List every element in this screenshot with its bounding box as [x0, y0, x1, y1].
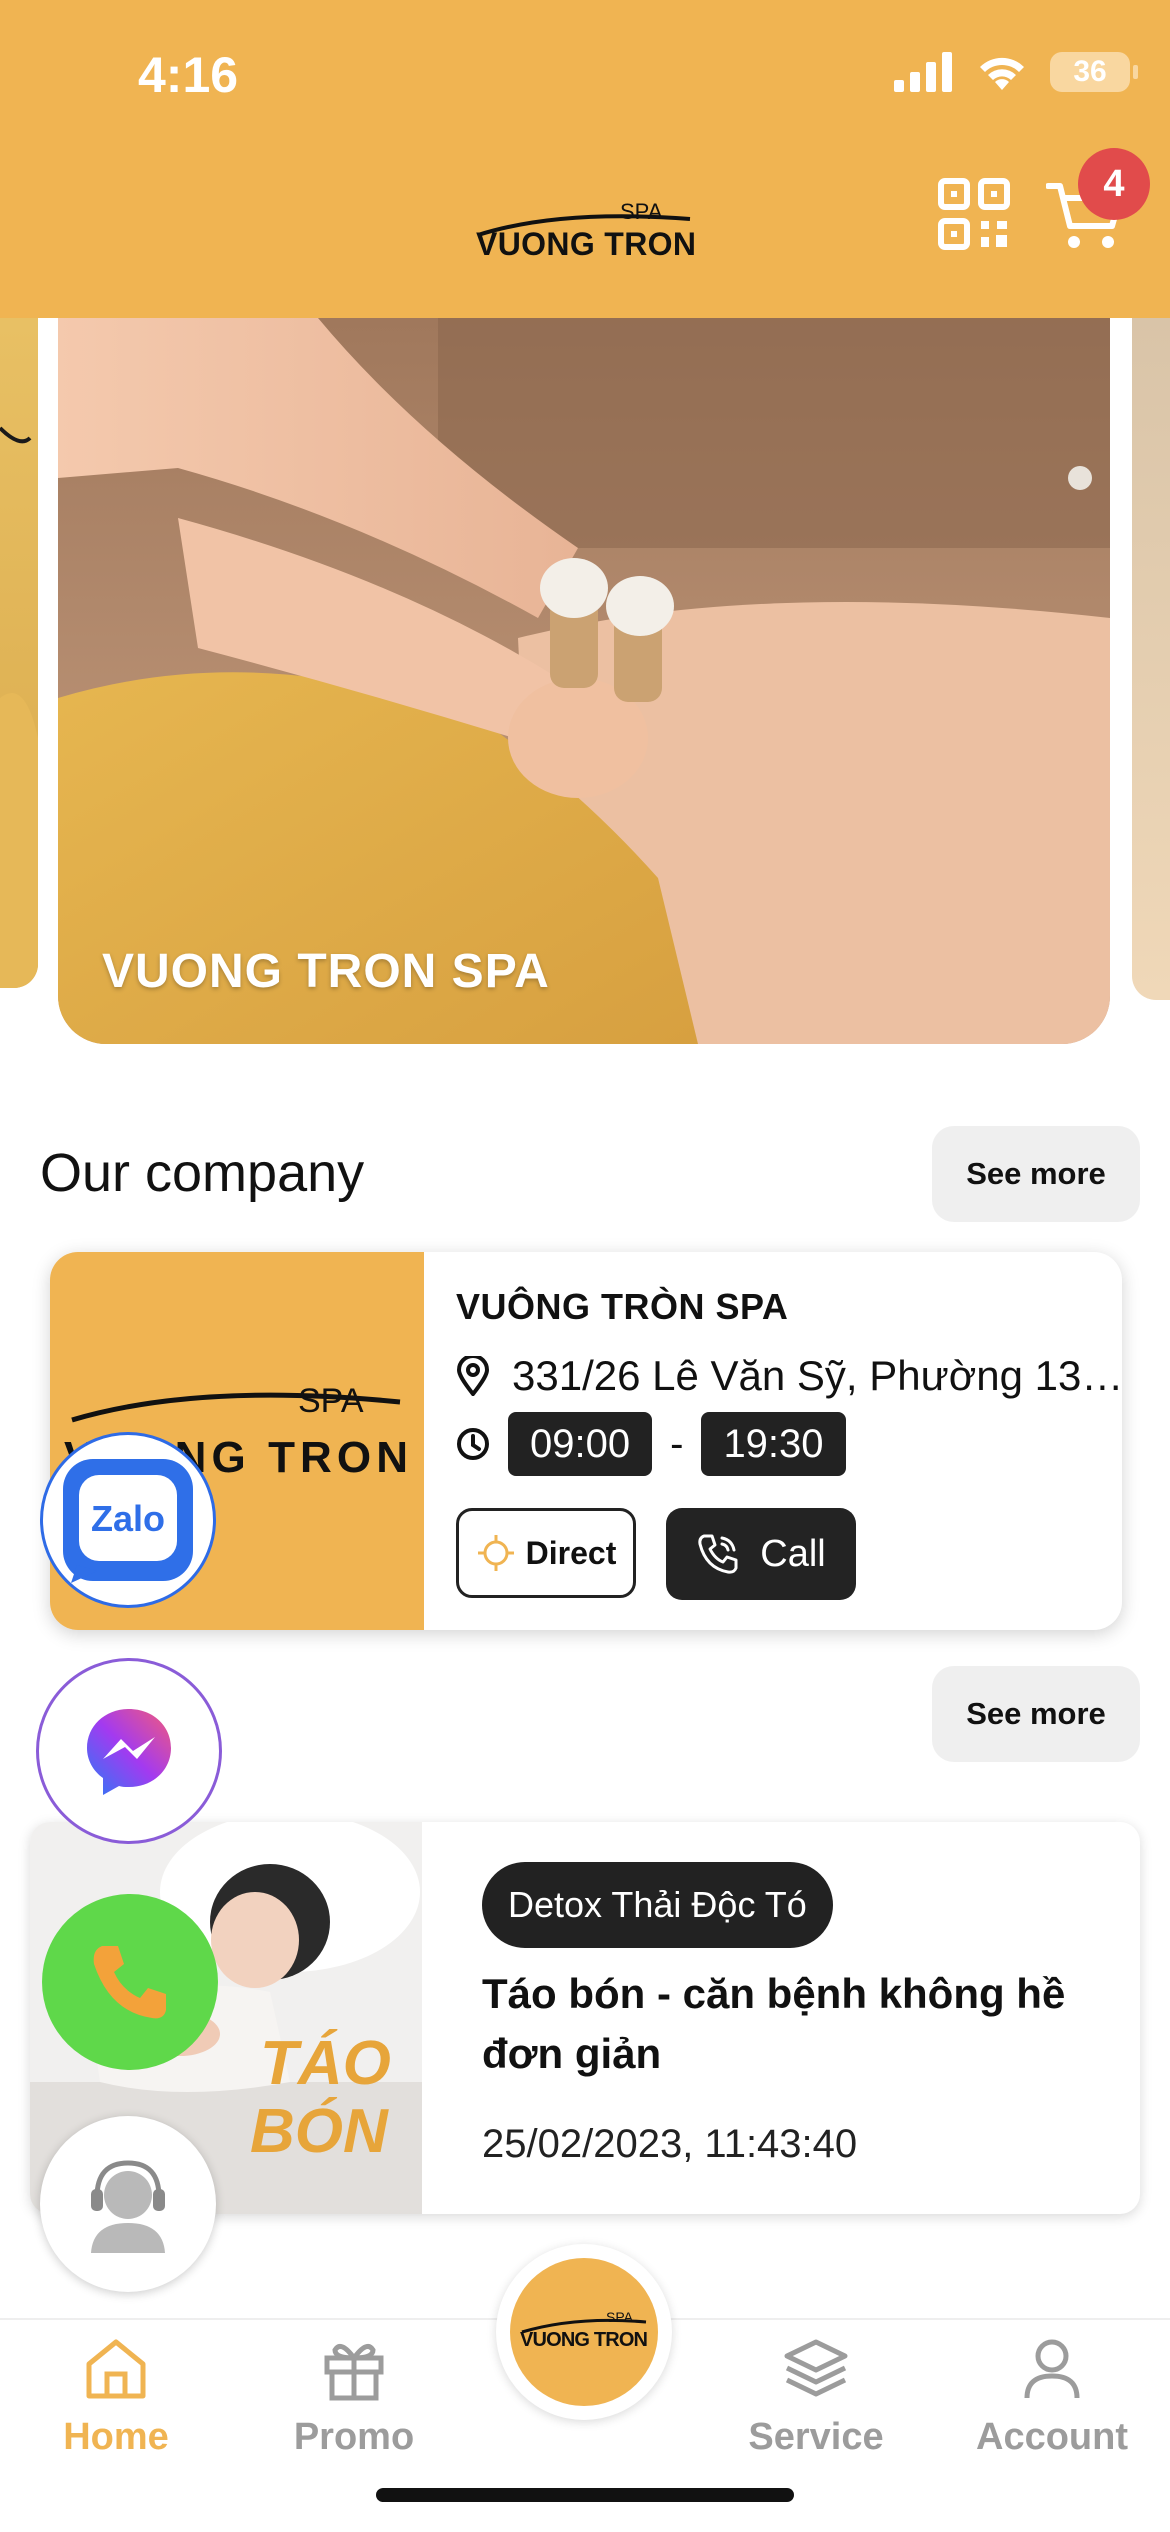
hero-banner[interactable]	[58, 318, 1110, 1044]
nav-promo[interactable]: Promo	[254, 2336, 454, 2459]
phone-call-fab[interactable]	[42, 1894, 218, 2070]
company-name: VUÔNG TRÒN SPA	[456, 1286, 789, 1327]
phone-icon	[93, 1946, 166, 2019]
brand-logo: SPA VUONG TRON	[476, 199, 696, 262]
cart-count-badge: 4	[1078, 148, 1150, 220]
call-button-label: Call	[760, 1532, 826, 1575]
svg-text:SPA: SPA	[620, 199, 663, 224]
company-address-row: 331/26 Lê Văn Sỹ, Phường 13, Quận 3	[456, 1352, 1122, 1400]
center-brand-logo: SPA VUONG TRON	[520, 2309, 648, 2351]
banner-caption: VUONG TRON SPA	[102, 945, 550, 998]
messenger-icon	[87, 1709, 171, 1795]
cellular-signal-icon	[894, 52, 952, 92]
wifi-icon	[980, 57, 1024, 90]
opening-hours: 09:00 - 19:30	[456, 1412, 846, 1476]
see-more-news-button[interactable]: See more	[932, 1666, 1140, 1762]
close-time: 19:30	[701, 1412, 846, 1476]
company-address: 331/26 Lê Văn Sỹ, Phường 13, Quận 3	[512, 1352, 1122, 1399]
time-separator: -	[670, 1421, 684, 1466]
nav-home[interactable]: Home	[16, 2336, 216, 2459]
direction-button[interactable]: Direct	[456, 1508, 636, 1598]
nav-home-label: Home	[63, 2416, 169, 2458]
svg-text:VUONG TRON: VUONG TRON	[520, 2329, 648, 2351]
user-icon	[1024, 2339, 1080, 2399]
status-time: 4:16	[138, 47, 239, 103]
status-icons: 36	[894, 52, 1138, 92]
nav-account[interactable]: Account	[952, 2336, 1152, 2459]
news-title: Táo bón - căn bệnh không hề đơn giản	[482, 1970, 1066, 2077]
customer-support-button[interactable]	[40, 2116, 216, 2292]
location-pin-icon	[456, 1356, 490, 1396]
center-brand-button[interactable]: SPA VUONG TRON	[496, 2244, 672, 2420]
home-indicator[interactable]	[376, 2488, 794, 2502]
company-card[interactable]: SPA VUONG TRON VUÔNG TRÒN SPA 331/26 Lê …	[50, 1252, 1122, 1630]
carousel-next-slide[interactable]	[1132, 318, 1170, 1000]
crosshair-icon	[477, 1535, 514, 1571]
call-button[interactable]: Call	[666, 1508, 856, 1600]
nav-promo-label: Promo	[293, 2416, 415, 2458]
headset-support-icon	[91, 2160, 165, 2253]
nav-service[interactable]: Service	[716, 2336, 916, 2459]
direction-button-label: Direct	[525, 1534, 617, 1571]
news-date: 25/02/2023, 11:43:40	[482, 2122, 858, 2166]
svg-text:SPA: SPA	[298, 1382, 364, 1420]
layers-icon	[784, 2339, 848, 2397]
open-time: 09:00	[508, 1412, 653, 1476]
messenger-chat-button[interactable]	[36, 1658, 222, 1844]
phone-call-icon	[698, 1534, 738, 1574]
section-title-company: Our company	[40, 1143, 365, 1203]
clock-icon	[457, 1428, 489, 1460]
qr-code-icon[interactable]	[938, 178, 1010, 250]
battery-indicator: 36	[1050, 52, 1138, 92]
svg-text:SPA: SPA	[606, 2309, 634, 2325]
nav-service-label: Service	[748, 2416, 884, 2458]
svg-text:VUONG TRON: VUONG TRON	[476, 226, 696, 262]
gift-icon	[324, 2343, 384, 2401]
svg-text:TÁO: TÁO	[260, 2029, 391, 2098]
zalo-icon: Zalo	[63, 1459, 193, 1583]
app-header: 4:16 36 SPA VUONG TRON 4	[0, 0, 1170, 318]
svg-text:BÓN: BÓN	[250, 2097, 389, 2166]
zalo-chat-button[interactable]: Zalo	[40, 1432, 216, 1608]
carousel-prev-slide[interactable]	[0, 318, 38, 988]
nav-account-label: Account	[976, 2416, 1128, 2458]
home-icon	[86, 2339, 146, 2399]
news-category-tag[interactable]: Detox Thải Độc Tó	[482, 1862, 833, 1948]
see-more-company-button[interactable]: See more	[932, 1126, 1140, 1222]
svg-text:Zalo: Zalo	[91, 1498, 165, 1539]
